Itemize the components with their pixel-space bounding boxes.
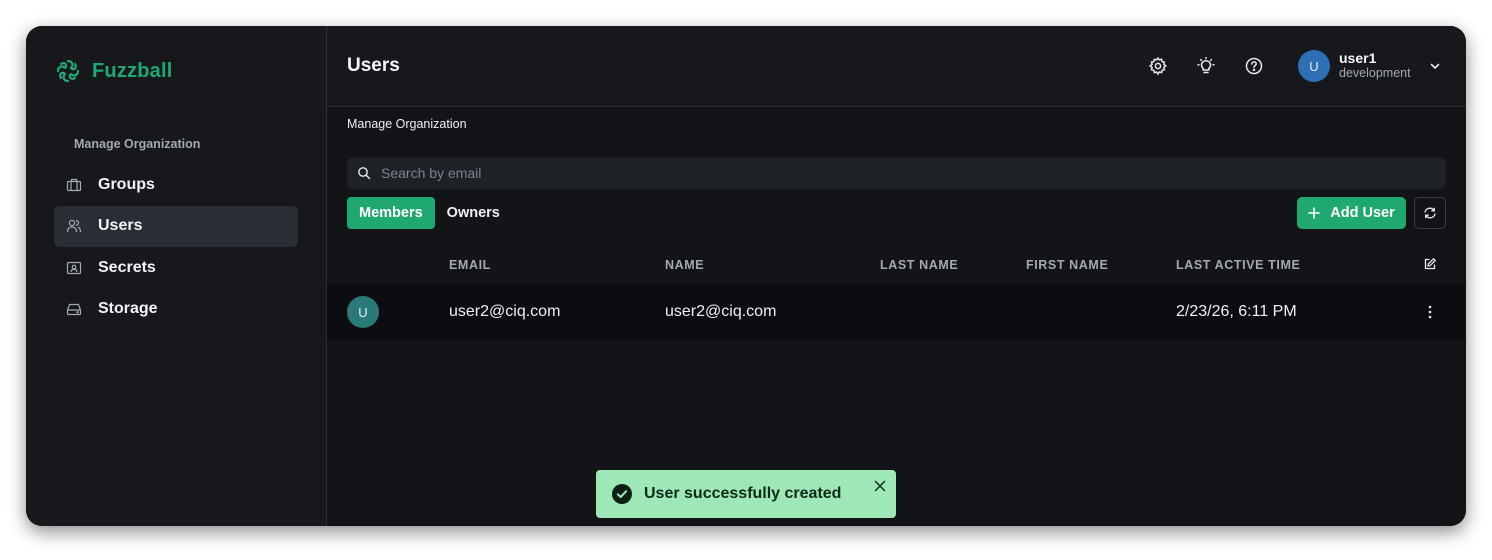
page-title: Users [347,55,400,76]
app-window: Fuzzball Manage Organization Groups User… [26,26,1466,526]
sidebar-item-secrets[interactable]: Secrets [54,247,298,288]
chevron-down-icon [1430,63,1439,70]
storage-icon [66,303,82,316]
member-tabs: Members Owners [347,197,512,229]
main-panel: Users U user1 development Manage Organiz… [327,26,1466,526]
table-row[interactable]: U user2@ciq.com user2@ciq.com 2/23/26, 6… [327,285,1466,339]
search-input[interactable] [381,165,1381,181]
plus-icon [1308,207,1321,219]
check-circle-icon [612,484,632,504]
sidebar-item-storage[interactable]: Storage [54,289,298,330]
column-header-name[interactable]: NAME [665,258,704,272]
user-info: user1 development [1339,51,1411,81]
search-icon [358,167,371,180]
secret-icon [66,261,82,274]
user-name: user1 [1339,50,1377,66]
fuzzball-logo-icon [56,59,80,83]
tab-owners[interactable]: Owners [435,197,512,229]
theme-toggle-button[interactable] [1195,55,1217,77]
lightbulb-icon [1197,56,1215,74]
toast-message: User successfully created [644,485,842,502]
sidebar-item-users[interactable]: Users [54,205,298,247]
success-toast: User successfully created [596,470,896,518]
refresh-icon [1424,207,1436,219]
sidebar-item-label: Groups [98,175,155,193]
add-user-label: Add User [1330,205,1395,221]
kebab-menu-icon[interactable] [1423,304,1437,320]
sidebar-item-label: Secrets [98,258,156,276]
users-icon [66,219,82,233]
edit-columns-icon[interactable] [1423,257,1437,271]
column-header-first-name[interactable]: FIRST NAME [1026,258,1108,272]
cell-last-active-time: 2/23/26, 6:11 PM [1176,303,1297,320]
user-org: development [1339,66,1411,80]
help-button[interactable] [1243,55,1265,77]
cell-name: user2@ciq.com [665,303,777,320]
column-header-email[interactable]: EMAIL [449,258,491,272]
add-user-button[interactable]: Add User [1297,197,1406,229]
breadcrumb[interactable]: Manage Organization [347,117,467,131]
column-header-last-name[interactable]: LAST NAME [880,258,958,272]
brand-logo[interactable]: Fuzzball [54,57,173,85]
avatar: U [1298,50,1330,82]
close-icon[interactable] [873,479,887,493]
user-menu[interactable]: U user1 development [1298,50,1442,82]
sidebar-item-label: Users [98,217,143,234]
sidebar-nav: Groups Users Secrets Storage [54,164,298,330]
briefcase-icon [66,178,82,191]
sidebar-item-groups[interactable]: Groups [54,164,298,205]
gear-icon [1148,56,1168,76]
sidebar: Fuzzball Manage Organization Groups User… [26,26,327,526]
top-bar: Users U user1 development [327,26,1466,107]
avatar: U [347,296,379,328]
refresh-button[interactable] [1414,197,1446,229]
table-header: EMAIL NAME LAST NAME FIRST NAME LAST ACT… [327,245,1466,285]
search-bar [347,157,1446,189]
tab-members[interactable]: Members [347,197,435,229]
sidebar-item-label: Storage [98,300,158,317]
sidebar-section-label: Manage Organization [74,137,201,151]
brand-name: Fuzzball [92,59,173,82]
content-area: Manage Organization Members Owners Add U… [327,107,1466,526]
cell-email: user2@ciq.com [449,303,561,320]
column-header-last-active-time[interactable]: LAST ACTIVE TIME [1176,258,1300,272]
help-icon [1245,57,1263,75]
settings-button[interactable] [1147,55,1169,77]
